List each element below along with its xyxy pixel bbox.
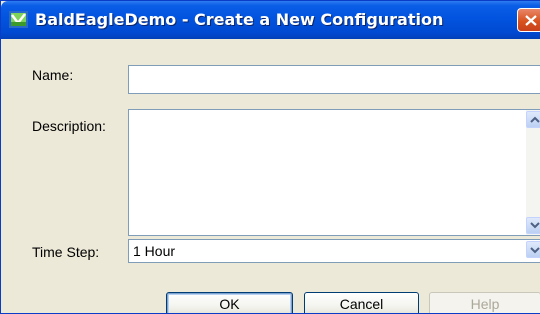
dialog-window: BaldEagleDemo - Create a New Configurati… — [0, 0, 540, 314]
scroll-up-button[interactable] — [526, 111, 540, 128]
help-button[interactable]: Help — [429, 292, 540, 313]
cancel-button[interactable]: Cancel — [304, 292, 419, 313]
ok-button[interactable]: OK — [166, 292, 293, 313]
window-title: BaldEagleDemo - Create a New Configurati… — [35, 10, 444, 29]
title-bar[interactable]: BaldEagleDemo - Create a New Configurati… — [1, 1, 540, 39]
time-step-label: Time Step: — [32, 244, 100, 260]
name-label: Name: — [32, 67, 74, 83]
close-button[interactable] — [517, 8, 540, 32]
dialog-body: Name: Description: Time Step: 1 Hour OK — [1, 39, 540, 313]
arrow-down-icon — [530, 222, 540, 229]
chevron-down-icon — [530, 247, 540, 254]
time-step-select[interactable]: 1 Hour — [128, 239, 540, 263]
description-textarea[interactable] — [128, 109, 540, 236]
description-scrollbar[interactable] — [526, 110, 540, 235]
app-icon — [9, 11, 28, 28]
time-step-dropdown-button[interactable] — [526, 241, 540, 258]
close-icon — [525, 15, 537, 26]
description-label: Description: — [32, 118, 106, 134]
arrow-up-icon — [530, 116, 540, 123]
time-step-value: 1 Hour — [133, 243, 176, 259]
name-input[interactable] — [128, 65, 540, 94]
scroll-down-button[interactable] — [526, 217, 540, 234]
